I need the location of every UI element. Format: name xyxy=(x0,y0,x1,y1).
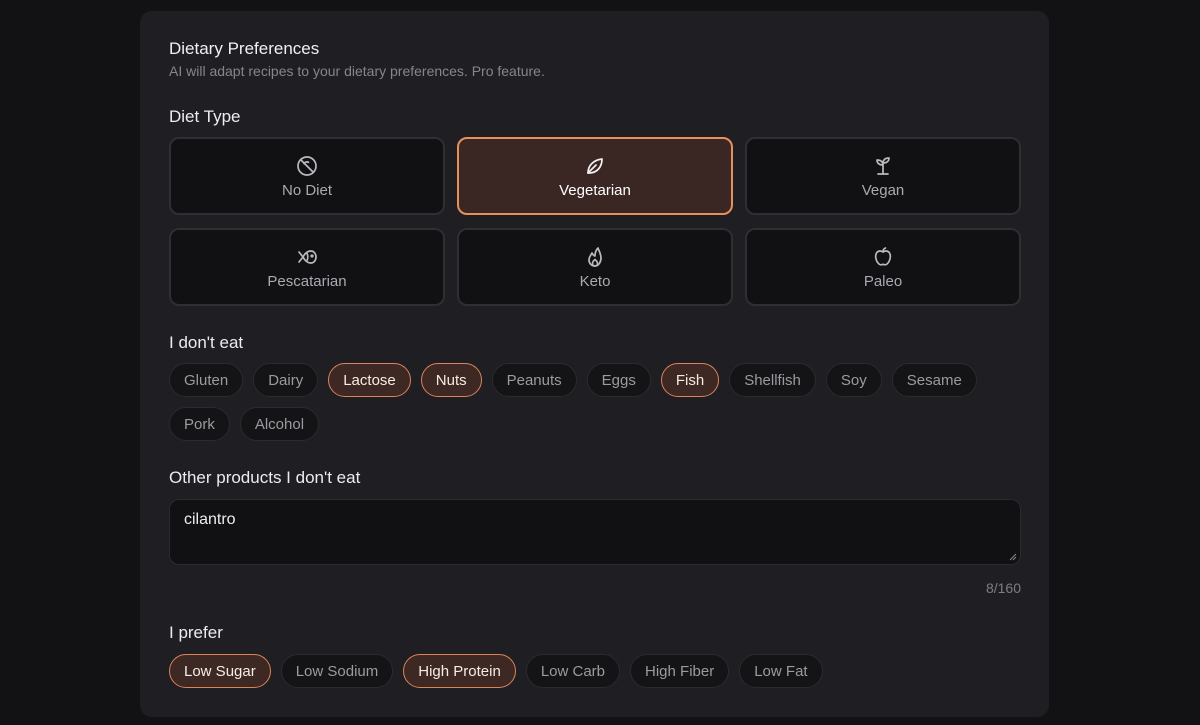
chip-alcohol[interactable]: Alcohol xyxy=(239,407,320,441)
diet-option-label: Pescatarian xyxy=(267,272,347,290)
diet-type-label: Diet Type xyxy=(169,107,241,126)
apple-icon xyxy=(871,245,895,269)
diet-option-keto[interactable]: Keto xyxy=(457,228,733,306)
other-products-textarea[interactable]: cilantro xyxy=(170,500,1020,564)
other-products-field-wrap: cilantro xyxy=(169,499,1021,565)
diet-option-vegetarian[interactable]: Vegetarian xyxy=(457,137,733,215)
diet-option-paleo[interactable]: Paleo xyxy=(745,228,1021,306)
flame-icon xyxy=(583,245,607,269)
chip-peanuts[interactable]: Peanuts xyxy=(491,363,577,397)
chip-lactose[interactable]: Lactose xyxy=(328,363,411,397)
chip-sesame[interactable]: Sesame xyxy=(891,363,977,397)
diet-option-label: Keto xyxy=(579,272,611,290)
chip-nuts[interactable]: Nuts xyxy=(420,363,482,397)
diet-type-grid: No Diet Vegetarian Vegan Pescatarian Ket… xyxy=(169,137,1021,306)
chip-soy[interactable]: Soy xyxy=(825,363,882,397)
preferences-chip-group: Low Sugar Low Sodium High Protein Low Ca… xyxy=(169,654,1021,688)
chip-shellfish[interactable]: Shellfish xyxy=(729,363,816,397)
resize-handle-icon[interactable] xyxy=(1009,553,1017,561)
fish-icon xyxy=(295,245,319,269)
diet-option-label: Vegetarian xyxy=(559,181,631,199)
preferences-label: I prefer xyxy=(169,623,223,642)
sprout-icon xyxy=(871,154,895,178)
leaf-icon xyxy=(583,154,607,178)
chip-eggs[interactable]: Eggs xyxy=(586,363,651,397)
diet-option-label: No Diet xyxy=(281,181,333,199)
panel-subtitle: AI will adapt recipes to your dietary pr… xyxy=(169,63,545,79)
diet-option-no-diet[interactable]: No Diet xyxy=(169,137,445,215)
panel-title: Dietary Preferences xyxy=(169,39,320,58)
diet-option-vegan[interactable]: Vegan xyxy=(745,137,1021,215)
character-counter: 8/160 xyxy=(985,580,1021,596)
chip-high-fiber[interactable]: High Fiber xyxy=(630,654,730,688)
dietary-preferences-panel: Dietary Preferences AI will adapt recipe… xyxy=(140,11,1049,717)
exclusions-chip-group: Gluten Dairy Lactose Nuts Peanuts Eggs F… xyxy=(169,363,1021,441)
no-diet-icon xyxy=(295,154,319,178)
chip-pork[interactable]: Pork xyxy=(169,407,230,441)
diet-option-label: Vegan xyxy=(861,181,905,199)
exclusions-label: I don't eat xyxy=(169,333,244,352)
chip-low-sugar[interactable]: Low Sugar xyxy=(169,654,271,688)
diet-option-pescatarian[interactable]: Pescatarian xyxy=(169,228,445,306)
chip-gluten[interactable]: Gluten xyxy=(169,363,244,397)
chip-low-sodium[interactable]: Low Sodium xyxy=(280,654,394,688)
chip-high-protein[interactable]: High Protein xyxy=(403,654,516,688)
chip-low-fat[interactable]: Low Fat xyxy=(739,654,823,688)
other-products-label: Other products I don't eat xyxy=(169,468,361,487)
chip-fish[interactable]: Fish xyxy=(660,363,720,397)
chip-low-carb[interactable]: Low Carb xyxy=(525,654,621,688)
diet-option-label: Paleo xyxy=(863,272,903,290)
chip-dairy[interactable]: Dairy xyxy=(253,363,319,397)
